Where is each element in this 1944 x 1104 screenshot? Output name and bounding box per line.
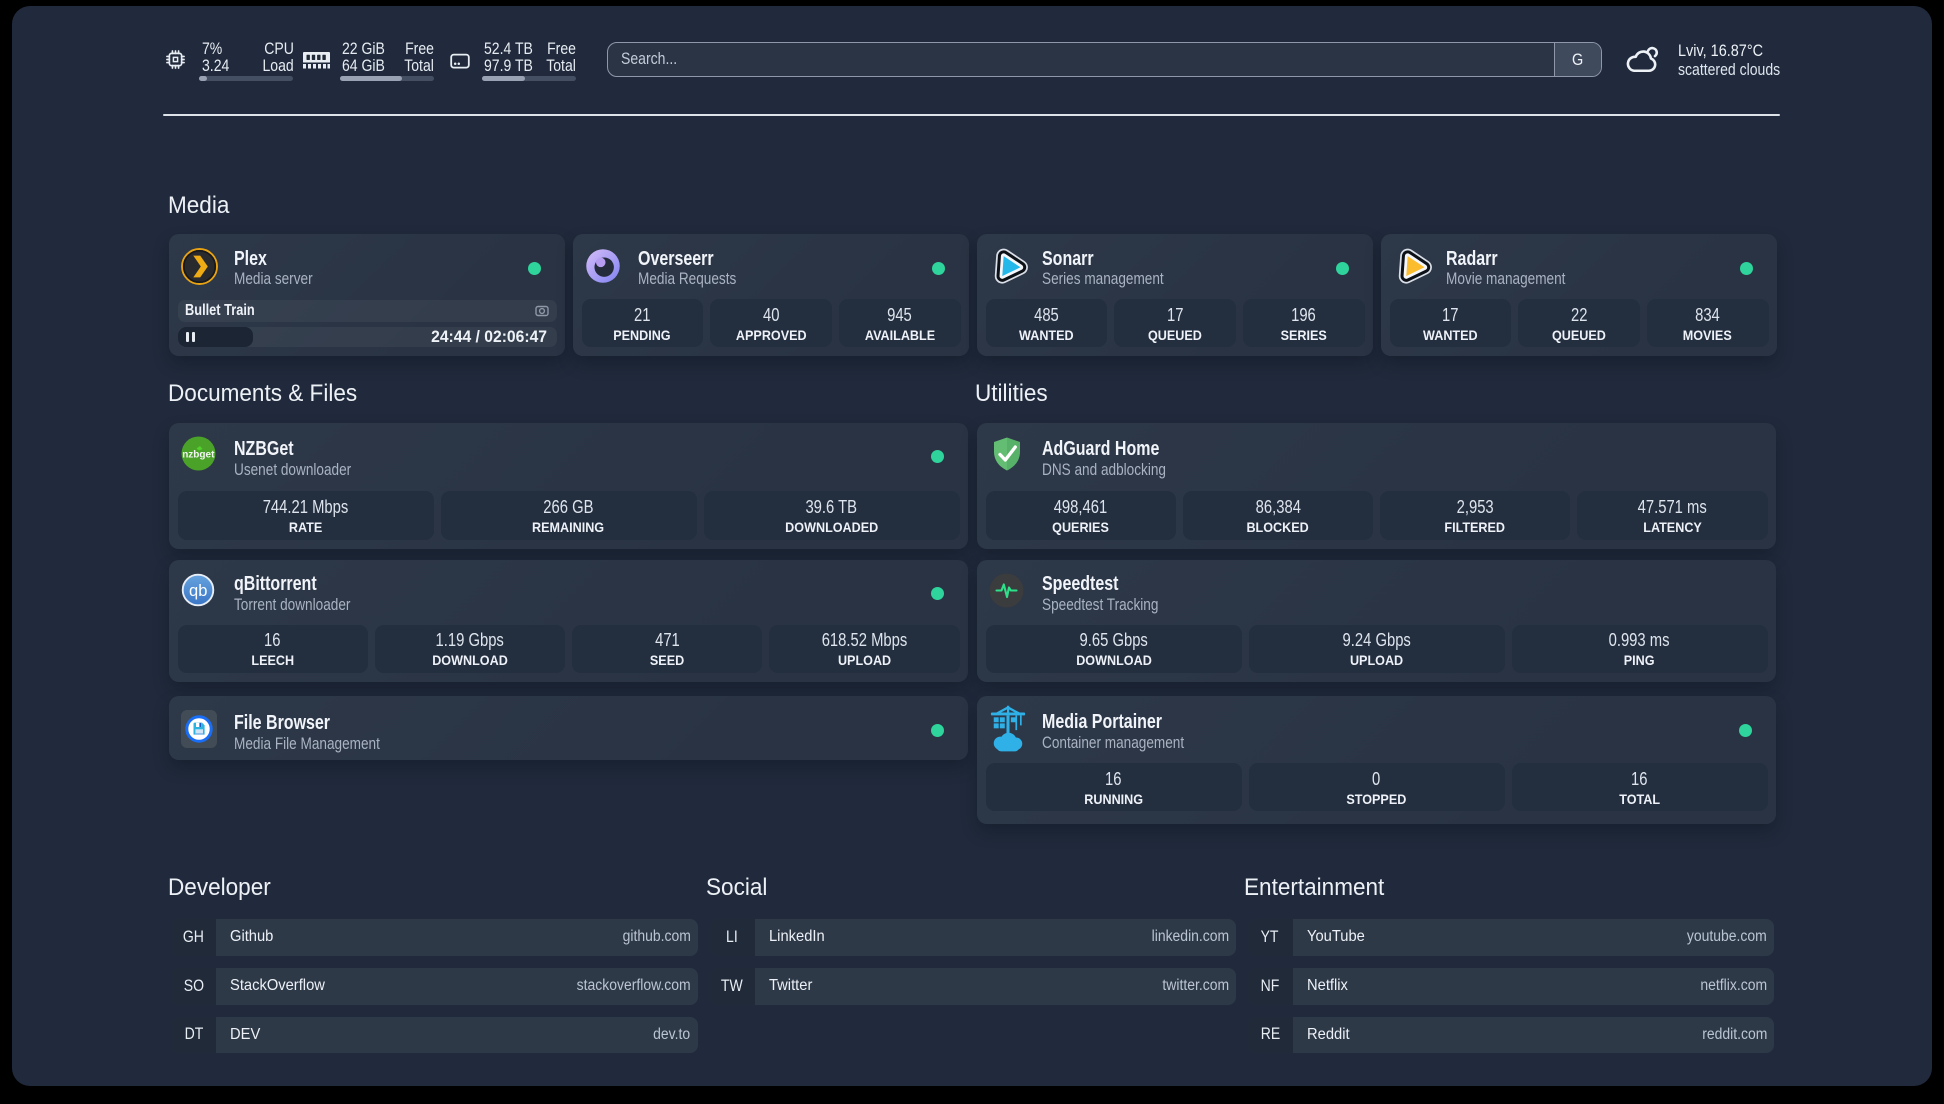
svg-text:qb: qb	[189, 582, 207, 600]
svg-text:nzbget: nzbget	[182, 450, 215, 461]
